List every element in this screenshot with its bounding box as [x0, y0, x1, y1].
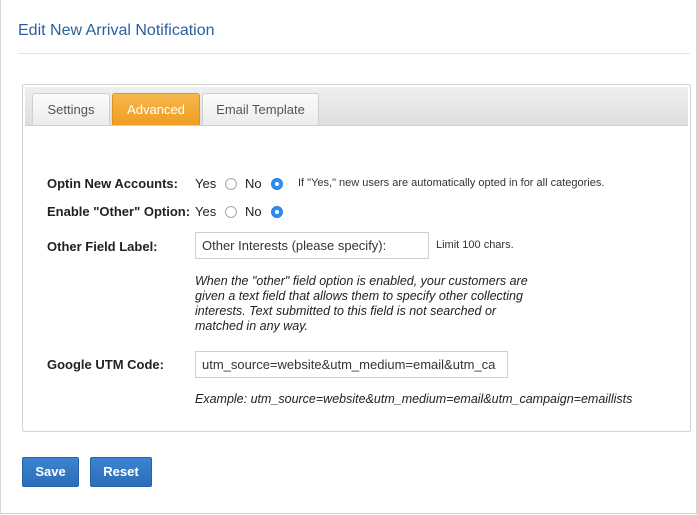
other-option-label: Enable "Other" Option: [47, 204, 191, 219]
other-option-no-radio[interactable] [271, 206, 283, 218]
reset-button[interactable]: Reset [90, 457, 152, 487]
optin-no-label: No [245, 176, 262, 191]
optin-yes-radio[interactable] [225, 178, 237, 190]
help-line: matched in any way. [195, 319, 309, 333]
other-field-label: Other Field Label: [47, 239, 158, 254]
utm-label: Google UTM Code: [47, 357, 164, 372]
help-line: When the "other" field option is enabled… [195, 274, 528, 288]
optin-no-radio[interactable] [271, 178, 283, 190]
optin-label: Optin New Accounts: [47, 176, 178, 191]
help-line: given a text field that allows them to s… [195, 289, 523, 303]
optin-yes-label: Yes [195, 176, 217, 191]
tab-bar: Settings Advanced Email Template [25, 87, 688, 126]
save-button[interactable]: Save [22, 457, 79, 487]
utm-input[interactable] [195, 351, 508, 378]
other-option-yes-label: Yes [195, 204, 217, 219]
optin-note: If "Yes," new users are automatically op… [298, 177, 605, 189]
tab-advanced[interactable]: Advanced [112, 93, 200, 125]
title-divider [18, 53, 690, 54]
other-field-limit: Limit 100 chars. [436, 239, 514, 251]
other-field-help: When the "other" field option is enabled… [195, 274, 528, 334]
other-field-input[interactable] [195, 232, 429, 259]
other-option-yes-radio[interactable] [225, 206, 237, 218]
help-line: interests. Text submitted to this field … [195, 304, 497, 318]
page-title: Edit New Arrival Notification [18, 22, 215, 39]
other-option-no-label: No [245, 204, 262, 219]
utm-example: Example: utm_source=website&utm_medium=e… [195, 392, 633, 406]
tab-settings[interactable]: Settings [32, 93, 110, 125]
tab-email-template[interactable]: Email Template [202, 93, 319, 125]
